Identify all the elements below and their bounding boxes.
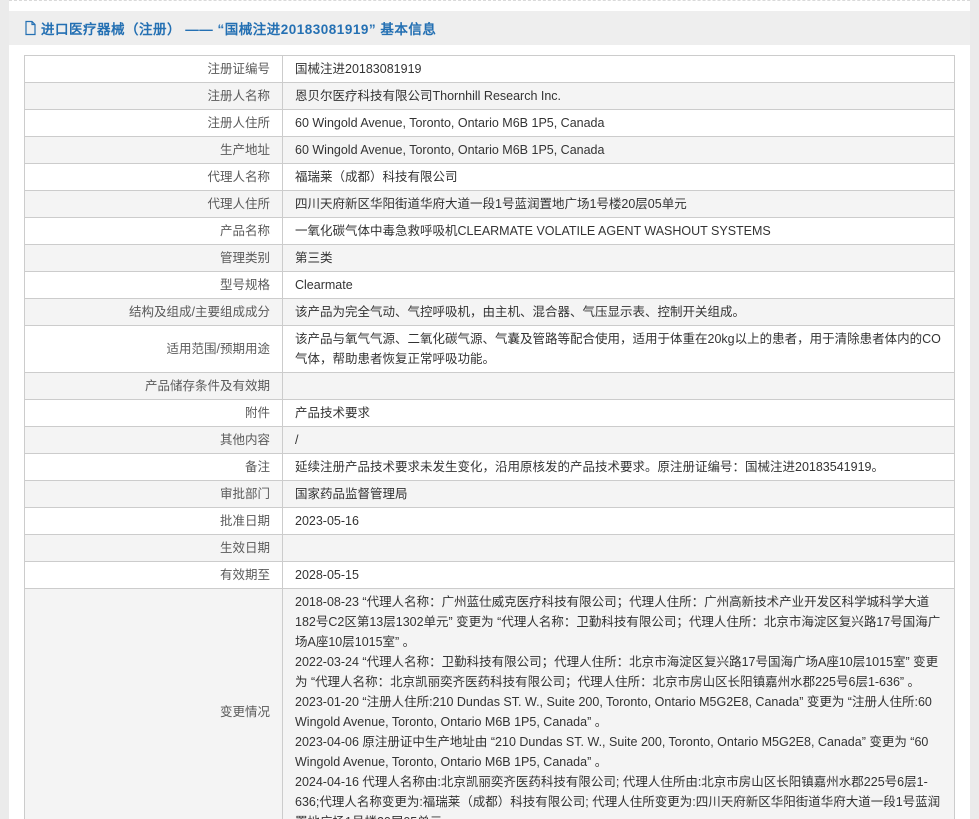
table-row: 产品名称一氧化碳气体中毒急救呼吸机CLEARMATE VOLATILE AGEN…	[25, 218, 955, 245]
row-value: Clearmate	[283, 272, 955, 299]
row-label: 其他内容	[25, 427, 283, 454]
row-value: 第三类	[283, 245, 955, 272]
row-value: 60 Wingold Avenue, Toronto, Ontario M6B …	[283, 137, 955, 164]
row-label: 变更情况	[25, 589, 283, 819]
table-row: 生效日期	[25, 535, 955, 562]
row-label: 注册人住所	[25, 110, 283, 137]
table-row: 代理人住所四川天府新区华阳街道华府大道一段1号蓝润置地广场1号楼20层05单元	[25, 191, 955, 218]
table-row: 代理人名称福瑞莱（成都）科技有限公司	[25, 164, 955, 191]
table-row: 审批部门国家药品监督管理局	[25, 481, 955, 508]
row-value: /	[283, 427, 955, 454]
row-label: 有效期至	[25, 562, 283, 589]
row-label: 产品储存条件及有效期	[25, 373, 283, 400]
row-value: 2028-05-15	[283, 562, 955, 589]
row-label: 代理人住所	[25, 191, 283, 218]
row-value: 该产品为完全气动、气控呼吸机，由主机、混合器、气压显示表、控制开关组成。	[283, 299, 955, 326]
table-row: 型号规格Clearmate	[25, 272, 955, 299]
row-value: 2023-05-16	[283, 508, 955, 535]
table-row: 变更情况2018-08-23 “代理人名称：广州蓝仕威克医疗科技有限公司；代理人…	[25, 589, 955, 819]
page-container: 进口医疗器械（注册） —— “国械注进20183081919” 基本信息 注册证…	[9, 0, 970, 819]
row-value: 延续注册产品技术要求未发生变化，沿用原核发的产品技术要求。原注册证编号：国械注进…	[283, 454, 955, 481]
row-value: 国械注进20183081919	[283, 56, 955, 83]
row-label: 注册人名称	[25, 83, 283, 110]
table-row: 有效期至2028-05-15	[25, 562, 955, 589]
row-label: 生效日期	[25, 535, 283, 562]
row-value: 2018-08-23 “代理人名称：广州蓝仕威克医疗科技有限公司；代理人住所：广…	[283, 589, 955, 819]
row-label: 适用范围/预期用途	[25, 326, 283, 373]
row-value: 一氧化碳气体中毒急救呼吸机CLEARMATE VOLATILE AGENT WA…	[283, 218, 955, 245]
row-value: 福瑞莱（成都）科技有限公司	[283, 164, 955, 191]
row-value: 恩贝尔医疗科技有限公司Thornhill Research Inc.	[283, 83, 955, 110]
table-row: 备注延续注册产品技术要求未发生变化，沿用原核发的产品技术要求。原注册证编号：国械…	[25, 454, 955, 481]
row-label: 管理类别	[25, 245, 283, 272]
row-label: 注册证编号	[25, 56, 283, 83]
table-row: 注册证编号国械注进20183081919	[25, 56, 955, 83]
row-label: 附件	[25, 400, 283, 427]
table-row: 批准日期2023-05-16	[25, 508, 955, 535]
row-value: 该产品与氧气气源、二氧化碳气源、气囊及管路等配合使用，适用于体重在20kg以上的…	[283, 326, 955, 373]
row-value: 四川天府新区华阳街道华府大道一段1号蓝润置地广场1号楼20层05单元	[283, 191, 955, 218]
info-table: 注册证编号国械注进20183081919注册人名称恩贝尔医疗科技有限公司Thor…	[24, 55, 955, 819]
row-label: 批准日期	[25, 508, 283, 535]
table-row: 生产地址60 Wingold Avenue, Toronto, Ontario …	[25, 137, 955, 164]
table-row: 结构及组成/主要组成成分该产品为完全气动、气控呼吸机，由主机、混合器、气压显示表…	[25, 299, 955, 326]
table-row: 注册人名称恩贝尔医疗科技有限公司Thornhill Research Inc.	[25, 83, 955, 110]
table-row: 注册人住所60 Wingold Avenue, Toronto, Ontario…	[25, 110, 955, 137]
row-value	[283, 373, 955, 400]
document-icon	[23, 20, 38, 36]
table-row: 其他内容/	[25, 427, 955, 454]
row-value: 国家药品监督管理局	[283, 481, 955, 508]
row-label: 结构及组成/主要组成成分	[25, 299, 283, 326]
row-label: 型号规格	[25, 272, 283, 299]
table-row: 管理类别第三类	[25, 245, 955, 272]
row-label: 生产地址	[25, 137, 283, 164]
row-label: 产品名称	[25, 218, 283, 245]
row-label: 代理人名称	[25, 164, 283, 191]
row-value: 产品技术要求	[283, 400, 955, 427]
table-row: 适用范围/预期用途该产品与氧气气源、二氧化碳气源、气囊及管路等配合使用，适用于体…	[25, 326, 955, 373]
row-value: 60 Wingold Avenue, Toronto, Ontario M6B …	[283, 110, 955, 137]
table-row: 产品储存条件及有效期	[25, 373, 955, 400]
row-value	[283, 535, 955, 562]
row-label: 审批部门	[25, 481, 283, 508]
table-row: 附件产品技术要求	[25, 400, 955, 427]
section-header: 进口医疗器械（注册） —— “国械注进20183081919” 基本信息	[9, 11, 970, 45]
row-label: 备注	[25, 454, 283, 481]
table-area: 注册证编号国械注进20183081919注册人名称恩贝尔医疗科技有限公司Thor…	[9, 45, 970, 819]
page-title: 进口医疗器械（注册） —— “国械注进20183081919” 基本信息	[41, 18, 436, 38]
